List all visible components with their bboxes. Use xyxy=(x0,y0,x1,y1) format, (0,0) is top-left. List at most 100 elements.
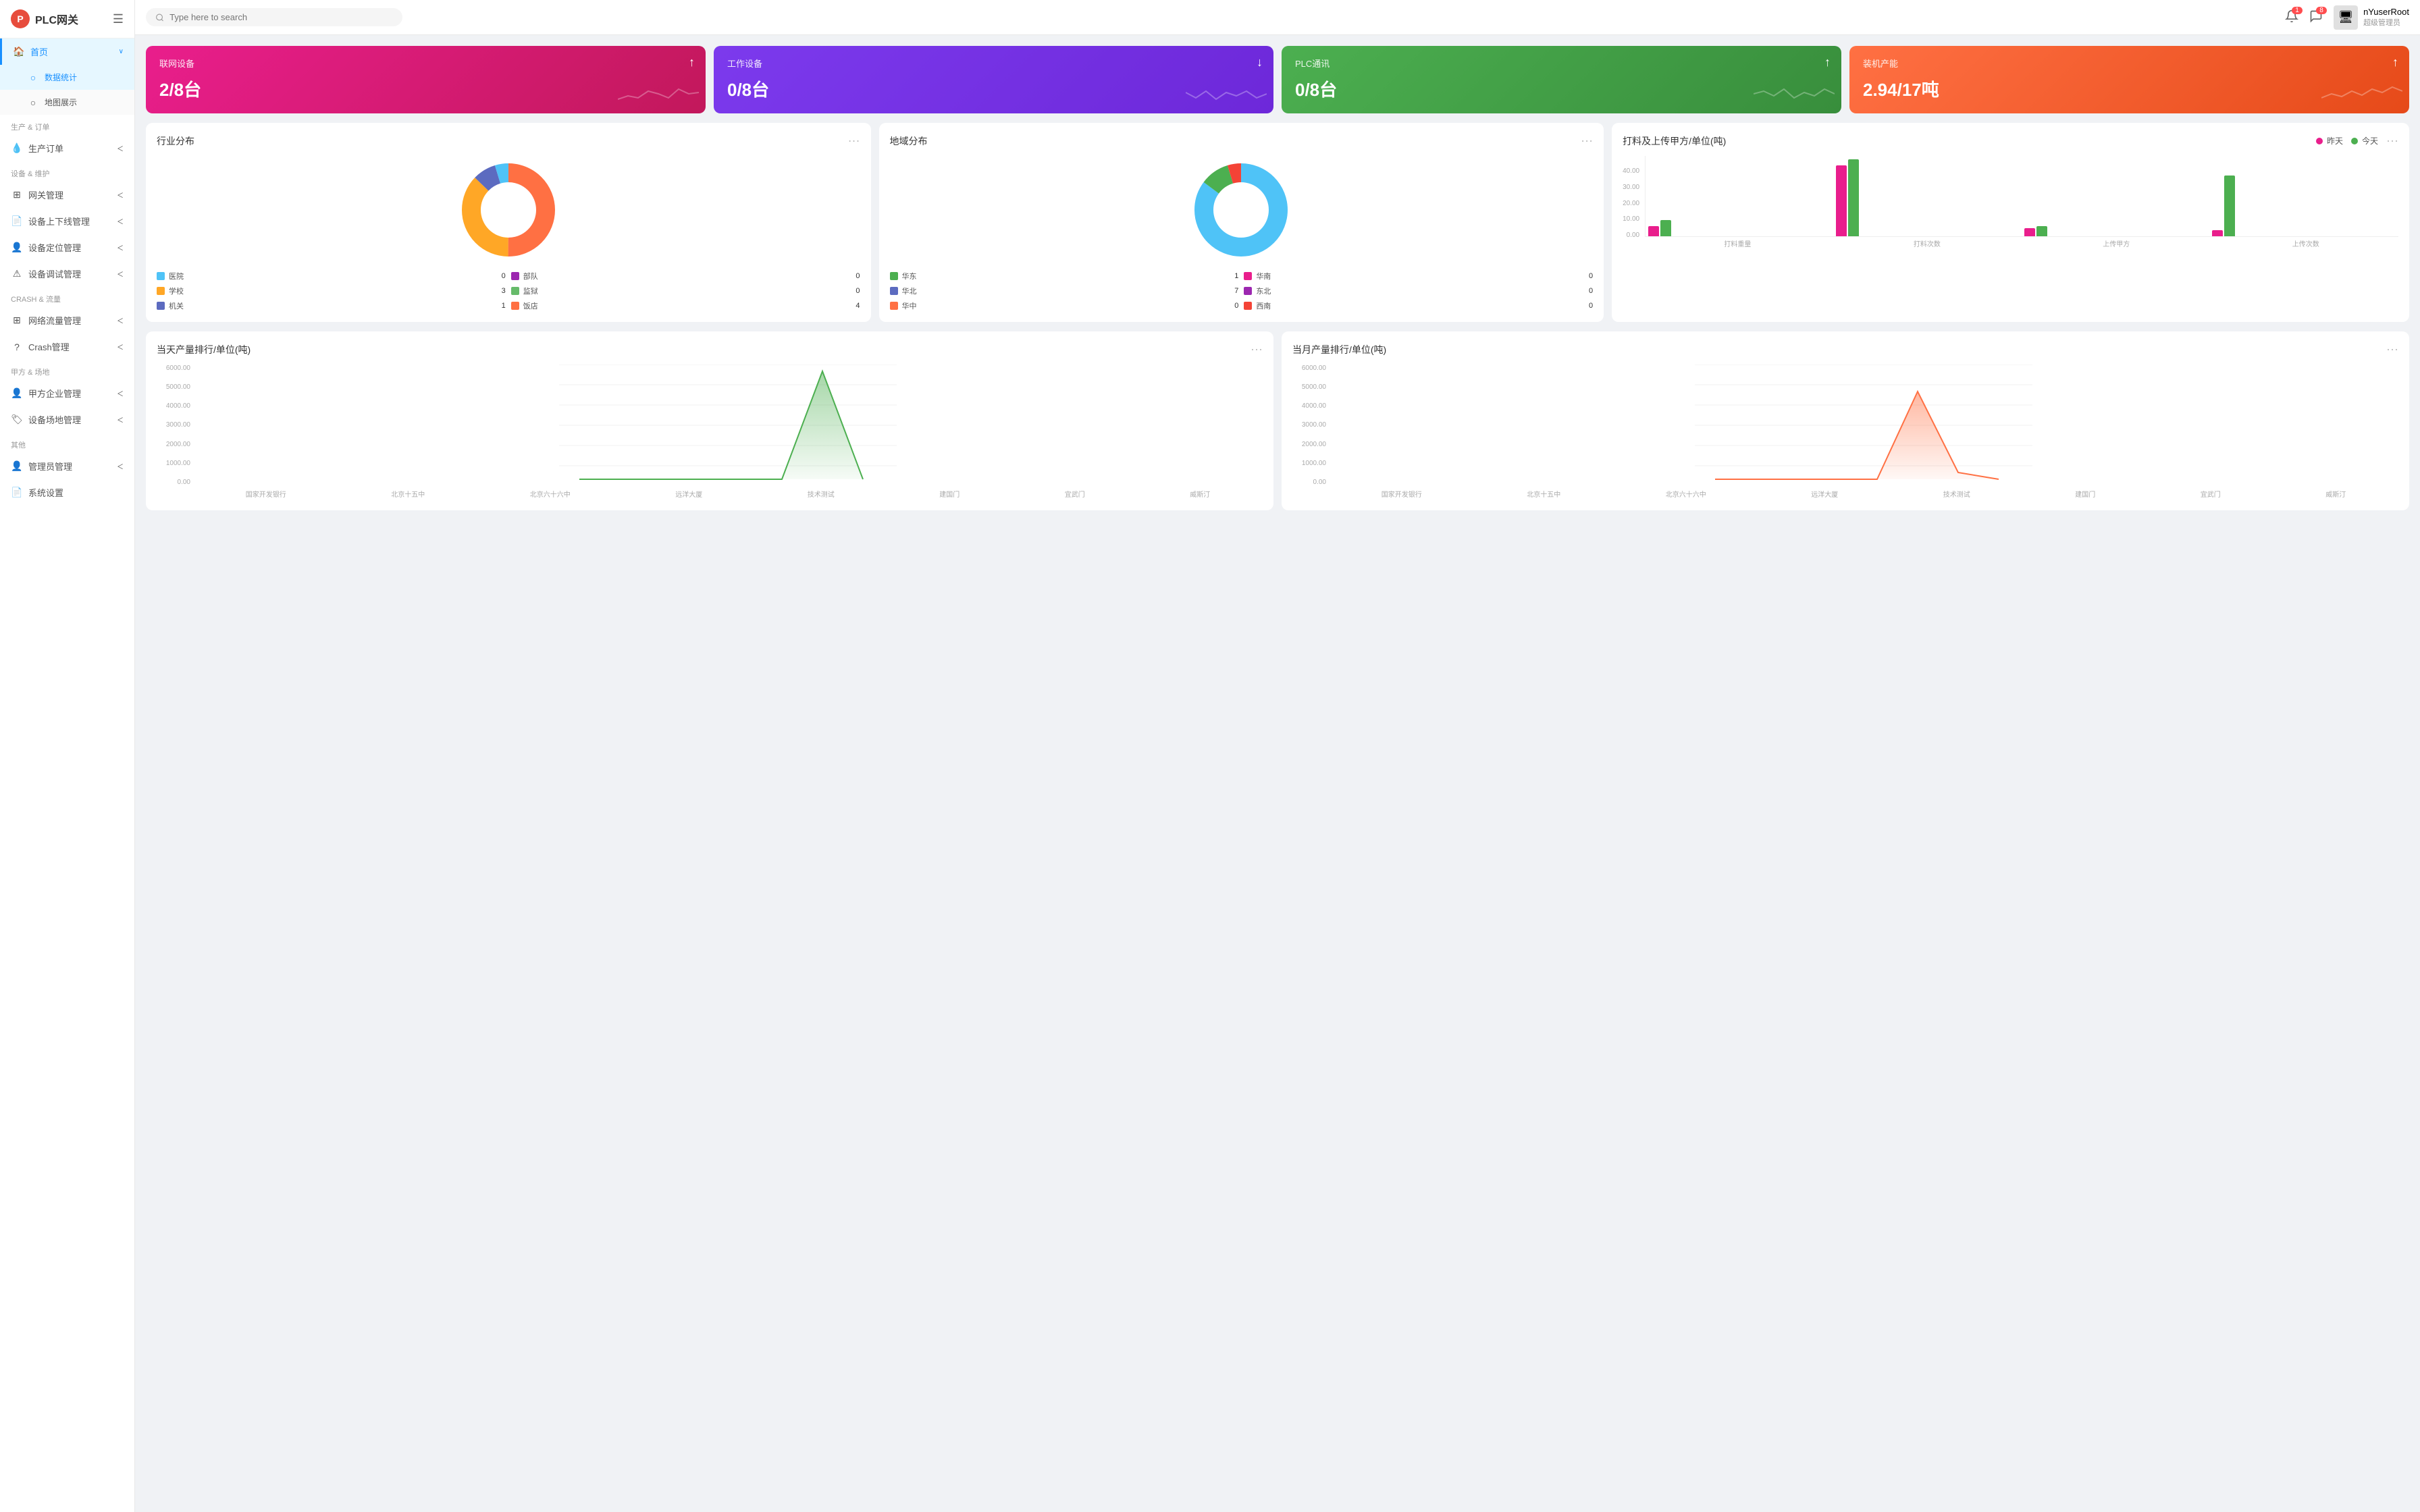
network-flow-label: 网络流量管理 xyxy=(28,314,81,327)
hotel-val: 4 xyxy=(856,302,860,310)
legend-northeast: 东北 0 xyxy=(1244,286,1593,296)
daily-x-6: 宜武门 xyxy=(1065,489,1085,499)
user-info[interactable]: 🖥 nYuserRoot 超级管理员 xyxy=(2334,5,2409,30)
school-color xyxy=(157,287,165,295)
crash-icon: ? xyxy=(11,342,23,352)
daily-y-6: 0.00 xyxy=(157,479,190,486)
wave-svg-3 xyxy=(1754,79,1835,106)
home-arrow: ∨ xyxy=(119,48,124,55)
device-online-arrow: ＜ xyxy=(117,216,124,226)
sidebar-item-device-locate[interactable]: 👤 设备定位管理 ＜ xyxy=(0,234,134,261)
venue-mgmt-label: 设备场地管理 xyxy=(28,413,81,426)
central-val: 0 xyxy=(1234,302,1238,310)
menu-toggle-icon[interactable]: ☰ xyxy=(113,12,124,26)
daily-production-title: 当天产量排行/单位(吨) xyxy=(157,343,251,356)
bar-today-4 xyxy=(2224,176,2235,236)
y-label-10: 10.00 xyxy=(1623,215,1639,223)
region-donut-container xyxy=(890,156,1594,264)
sidebar-item-production-order[interactable]: 💧 生产订单 ＜ xyxy=(0,135,134,161)
monthly-production-title: 当月产量排行/单位(吨) xyxy=(1292,343,1386,356)
production-arrow: ＜ xyxy=(117,143,124,153)
monthly-production-panel: 当月产量排行/单位(吨) ··· 6000.00 5000.00 4000.00… xyxy=(1282,331,2409,510)
sidebar-item-map-view[interactable]: ○ 地图展示 xyxy=(0,90,134,115)
industry-chart-panel: 行业分布 ··· xyxy=(146,123,871,322)
monthly-x-7: 威斯汀 xyxy=(2325,489,2346,499)
sidebar-item-party-mgmt[interactable]: 👤 甲方企业管理 ＜ xyxy=(0,380,134,406)
legend-hotel: 饭店 4 xyxy=(511,300,860,311)
production-wave xyxy=(2321,79,2402,108)
monthly-y-3: 3000.00 xyxy=(1292,421,1326,429)
daily-x-4: 技术测试 xyxy=(808,489,835,499)
production-title: 装机产能 xyxy=(1863,57,2396,70)
x-label-2: 上传甲方 xyxy=(2024,238,2209,248)
legend-government: 机关 1 xyxy=(157,300,506,311)
industry-chart-header: 行业分布 ··· xyxy=(157,134,860,148)
plc-title: PLC通讯 xyxy=(1295,57,1828,70)
plc-wave xyxy=(1754,79,1835,108)
hotel-color xyxy=(511,302,519,310)
prison-val: 0 xyxy=(856,287,860,295)
home-label: 首页 xyxy=(30,45,48,58)
daily-production-more[interactable]: ··· xyxy=(1251,342,1263,356)
industry-legend: 医院 0 部队 0 学校 3 监狱 xyxy=(157,271,860,311)
sidebar-item-data-stats[interactable]: ○ 数据统计 xyxy=(0,65,134,90)
party-mgmt-label: 甲方企业管理 xyxy=(28,387,81,400)
bar-today-2 xyxy=(1848,159,1859,236)
yesterday-dot xyxy=(2316,138,2323,144)
search-icon xyxy=(155,13,164,22)
notification-msg-btn[interactable]: 8 xyxy=(2309,9,2323,25)
settings-icon: 📄 xyxy=(11,487,23,498)
monthly-x-4: 技术测试 xyxy=(1943,489,1970,499)
party-mgmt-icon: 👤 xyxy=(11,387,23,399)
sidebar-item-device-online[interactable]: 📄 设备上下线管理 ＜ xyxy=(0,208,134,234)
section-other: 其他 xyxy=(0,433,134,453)
notification-bell-btn[interactable]: 1 xyxy=(2285,9,2298,25)
production-order-label: 生产订单 xyxy=(28,142,63,155)
admin-mgmt-label: 管理员管理 xyxy=(28,460,72,473)
legend-school: 学校 3 xyxy=(157,286,506,296)
home-icon: 🏠 xyxy=(13,46,25,57)
daily-x-7: 威斯汀 xyxy=(1190,489,1210,499)
sidebar-item-crash-mgmt[interactable]: ? Crash管理 ＜ xyxy=(0,333,134,360)
sidebar-item-network-flow[interactable]: ⊞ 网络流量管理 ＜ xyxy=(0,307,134,333)
avatar: 🖥 xyxy=(2334,5,2358,30)
monthly-x-1: 北京十五中 xyxy=(1527,489,1560,499)
daily-y-2: 4000.00 xyxy=(157,402,190,410)
wave-svg-4 xyxy=(2321,79,2402,106)
daily-x-2: 北京六十六中 xyxy=(530,489,571,499)
search-box[interactable] xyxy=(146,8,402,26)
sidebar-item-system-settings[interactable]: 📄 系统设置 xyxy=(0,479,134,506)
monthly-chart-body: 国家开发银行 北京十五中 北京六十六中 远洋大厦 技术测试 建国门 宜武门 威斯… xyxy=(1329,364,2398,500)
connected-arrow: ↑ xyxy=(689,55,695,70)
sidebar-item-venue-mgmt[interactable]: 🏷 设备场地管理 ＜ xyxy=(0,406,134,433)
topbar: 1 8 🖥 nYuserRoot 超级管理员 xyxy=(135,0,2420,35)
working-value: 0/8台 xyxy=(727,76,1260,101)
monthly-production-more[interactable]: ··· xyxy=(2386,342,2398,356)
sidebar-item-gateway[interactable]: ⊞ 网关管理 ＜ xyxy=(0,182,134,208)
industry-chart-more[interactable]: ··· xyxy=(848,134,860,148)
stat-card-plc: PLC通讯 0/8台 ↑ xyxy=(1282,46,1841,113)
search-input[interactable] xyxy=(169,12,393,22)
production-icon: 💧 xyxy=(11,142,23,154)
sidebar-item-home[interactable]: 🏠 首页 ∨ xyxy=(0,38,134,65)
school-val: 3 xyxy=(502,287,506,295)
batch-legend-today: 今天 xyxy=(2351,135,2378,146)
batch-chart-header: 打料及上传甲方/单位(吨) 昨天 今天 ··· xyxy=(1623,134,2398,148)
hospital-color xyxy=(157,272,165,280)
bar-yesterday-3 xyxy=(2024,228,2035,236)
user-name: nYuserRoot xyxy=(2363,7,2409,17)
device-online-icon: 📄 xyxy=(11,215,23,227)
batch-chart-more[interactable]: ··· xyxy=(2386,134,2398,148)
device-locate-icon: 👤 xyxy=(11,242,23,253)
school-name: 学校 xyxy=(169,286,498,296)
logo-text: PLC网关 xyxy=(35,11,78,27)
user-role: 超级管理员 xyxy=(2363,17,2409,28)
daily-y-0: 6000.00 xyxy=(157,364,190,372)
sidebar-item-device-debug[interactable]: ⚠ 设备调试管理 ＜ xyxy=(0,261,134,287)
batch-x-labels: 打料重量 打料次数 上传甲方 上传次数 xyxy=(1645,238,2398,248)
daily-x-3: 远洋大厦 xyxy=(675,489,702,499)
monthly-x-labels: 国家开发银行 北京十五中 北京六十六中 远洋大厦 技术测试 建国门 宜武门 威斯… xyxy=(1329,489,2398,499)
system-settings-label: 系统设置 xyxy=(28,486,63,499)
sidebar-item-admin-mgmt[interactable]: 👤 管理员管理 ＜ xyxy=(0,453,134,479)
region-chart-more[interactable]: ··· xyxy=(1581,134,1593,148)
